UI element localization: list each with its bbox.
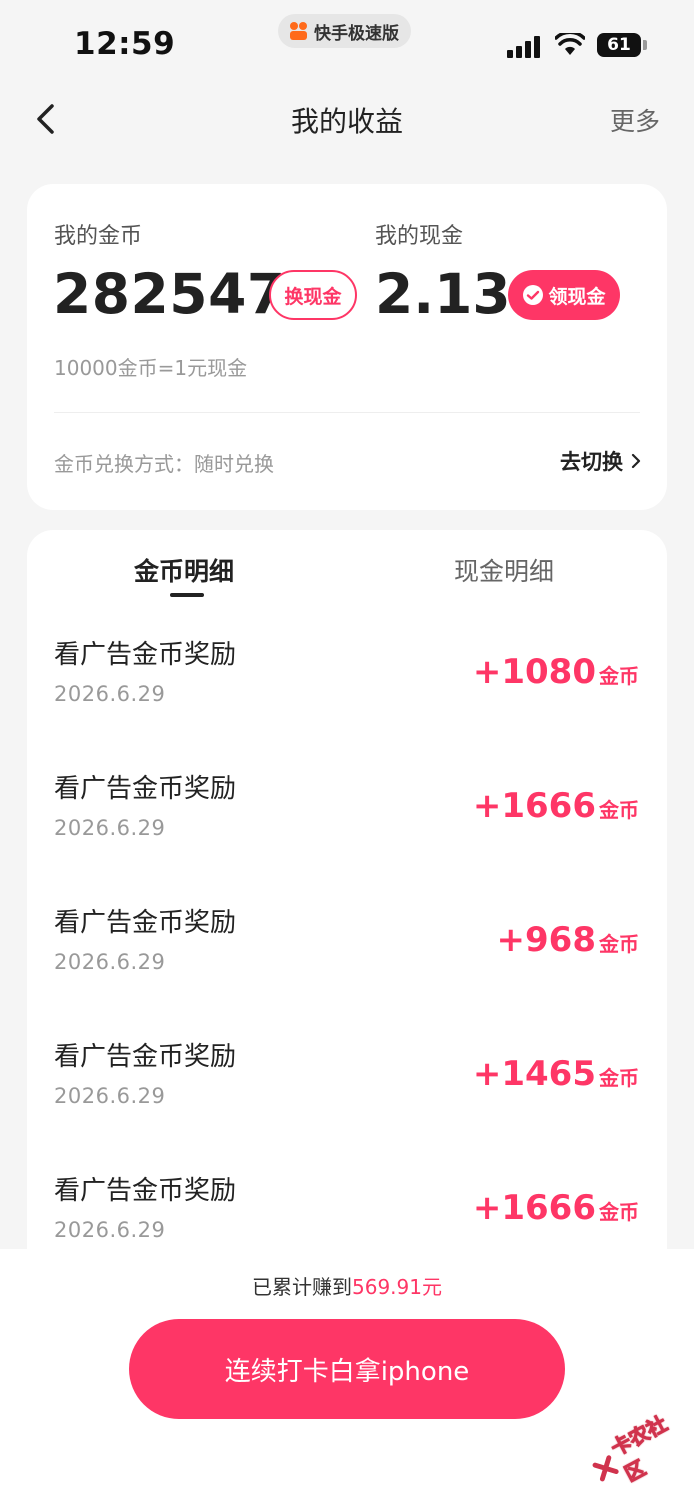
withdraw-cash-button[interactable]: 领现金 — [508, 270, 620, 320]
record-amount-value: +1465 — [472, 1054, 596, 1094]
record-title: 看广告金币奖励 — [54, 640, 237, 670]
nav-bar: 我的收益 更多 — [0, 88, 694, 150]
kuaishou-logo-icon — [288, 21, 308, 41]
record-amount-unit: 金币 — [599, 664, 639, 688]
checkin-button[interactable]: 连续打卡白拿iphone — [129, 1319, 565, 1419]
cash-label: 我的现金 — [375, 224, 464, 249]
active-tab-indicator — [170, 593, 204, 597]
record-date: 2026.6.29 — [54, 816, 166, 840]
record-amount-unit: 金币 — [599, 932, 639, 956]
record-title: 看广告金币奖励 — [54, 1042, 237, 1072]
total-earned-prefix: 已累计赚到 — [252, 1275, 352, 1299]
record-amount-value: +1666 — [472, 786, 596, 826]
record-title: 看广告金币奖励 — [54, 774, 237, 804]
total-earned-amount: 569.91元 — [352, 1275, 442, 1299]
divider — [54, 412, 640, 413]
battery-level: 61 — [607, 35, 631, 55]
record-title: 看广告金币奖励 — [54, 1176, 237, 1206]
record-date: 2026.6.29 — [54, 1084, 166, 1108]
record-amount: +968 金币 — [497, 920, 639, 960]
record-date: 2026.6.29 — [54, 1218, 166, 1242]
withdraw-cash-label: 领现金 — [548, 285, 606, 308]
coin-balance: 282547 — [53, 262, 286, 326]
battery-icon: 61 — [597, 33, 641, 57]
earnings-page: 12:59 快手极速版 61 我的收益 更多 我的金币 282547 换现金 我… — [0, 0, 694, 1500]
switch-method-label: 去切换 — [560, 450, 623, 474]
record-amount-value: +1080 — [472, 652, 596, 692]
total-earned-line: 已累计赚到569.91元 — [0, 1271, 694, 1300]
record-title: 看广告金币奖励 — [54, 908, 237, 938]
coin-label: 我的金币 — [54, 224, 143, 249]
chevron-right-icon — [631, 453, 641, 469]
wifi-icon — [555, 33, 585, 55]
more-button[interactable]: 更多 — [610, 102, 660, 138]
app-name: 快手极速版 — [314, 23, 399, 44]
record-date: 2026.6.29 — [54, 682, 166, 706]
exchange-method-text: 金币兑换方式：随时兑换 — [54, 452, 274, 476]
list-item: 看广告金币奖励 2026.6.29 +968 金币 — [27, 902, 667, 1036]
list-item: 看广告金币奖励 2026.6.29 +1666 金币 — [27, 768, 667, 902]
detail-list-card: 金币明细 现金明细 看广告金币奖励 2026.6.29 +1080 金币 看广告… — [27, 530, 667, 1290]
record-amount-value: +1666 — [472, 1188, 596, 1228]
switch-method-link[interactable]: 去切换 — [560, 446, 641, 476]
exchange-rate-text: 10000金币=1元现金 — [54, 356, 248, 380]
tab-cash-detail[interactable]: 现金明细 — [454, 552, 554, 588]
record-amount: +1666 金币 — [473, 1188, 639, 1228]
record-amount: +1080 金币 — [473, 652, 639, 692]
app-indicator-pill[interactable]: 快手极速版 — [278, 14, 411, 48]
cellular-signal-icon — [507, 36, 543, 58]
list-item: 看广告金币奖励 2026.6.29 +1465 金币 — [27, 1036, 667, 1170]
record-amount: +1666 金币 — [473, 786, 639, 826]
status-time: 12:59 — [74, 26, 176, 62]
list-item: 看广告金币奖励 2026.6.29 +1080 金币 — [27, 634, 667, 768]
exchange-cash-button[interactable]: 换现金 — [269, 270, 357, 320]
record-amount-unit: 金币 — [599, 1200, 639, 1224]
earnings-summary-card: 我的金币 282547 换现金 我的现金 2.13 领现金 10000金币=1元… — [27, 184, 667, 510]
record-amount-unit: 金币 — [599, 798, 639, 822]
record-amount-value: +968 — [496, 920, 596, 960]
page-title: 我的收益 — [290, 105, 403, 138]
wechat-icon — [523, 285, 544, 305]
cash-balance: 2.13 — [375, 262, 511, 326]
battery-cap — [643, 40, 647, 50]
tab-coin-detail[interactable]: 金币明细 — [134, 552, 234, 588]
record-amount-unit: 金币 — [599, 1066, 639, 1090]
record-amount: +1465 金币 — [473, 1054, 639, 1094]
status-bar: 12:59 快手极速版 61 — [0, 0, 694, 88]
record-date: 2026.6.29 — [54, 950, 166, 974]
